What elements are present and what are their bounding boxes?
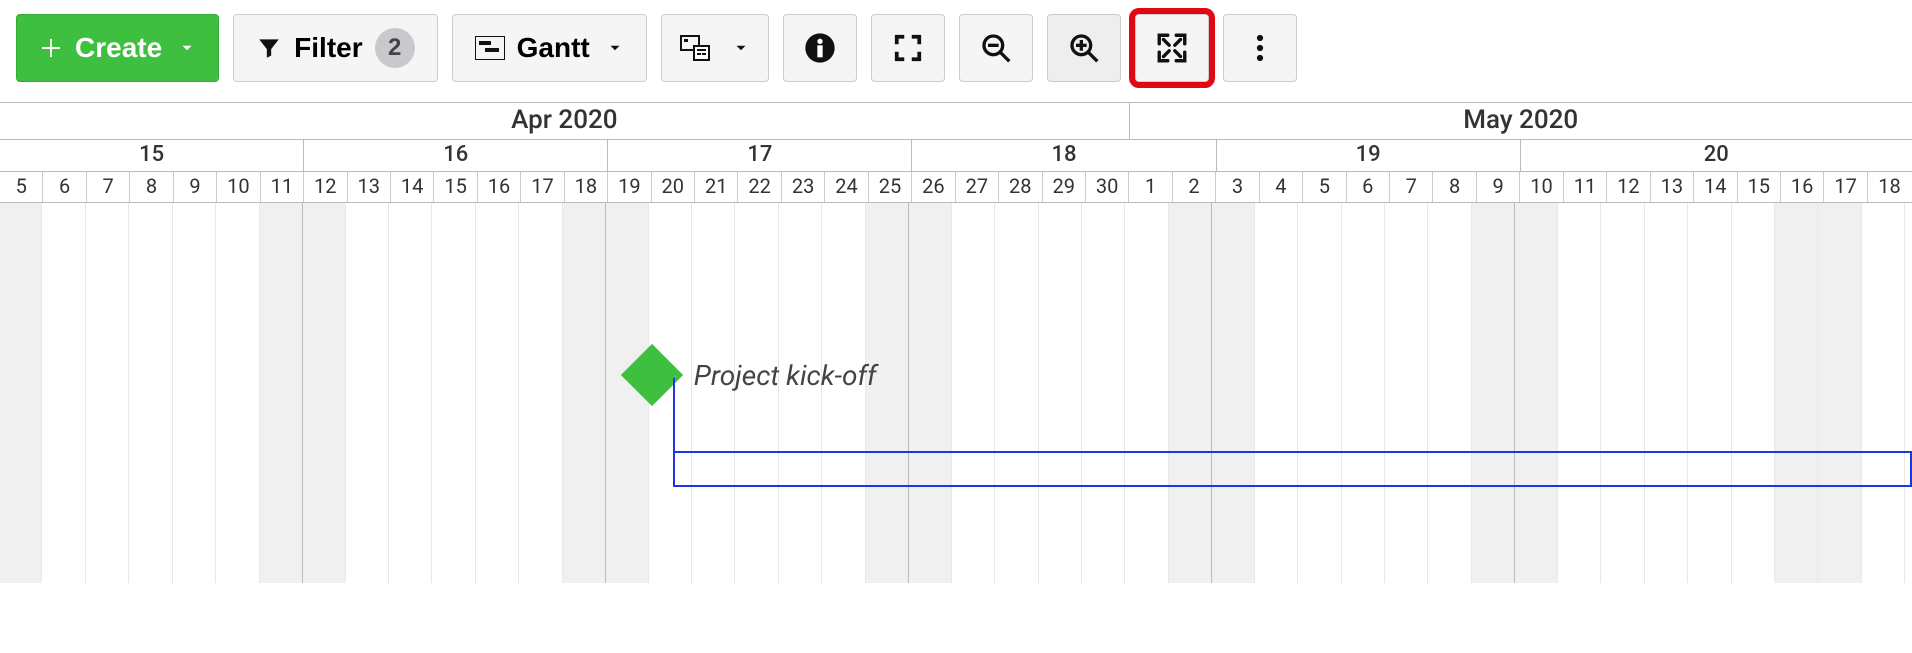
zoom-fit-button[interactable] bbox=[1135, 14, 1209, 82]
display-options-icon bbox=[680, 35, 710, 61]
filter-button[interactable]: Filter 2 bbox=[233, 14, 437, 82]
day-header-cell: 16 bbox=[478, 172, 521, 202]
view-mode-button[interactable]: Gantt bbox=[452, 14, 647, 82]
day-header-cell: 8 bbox=[1433, 172, 1476, 202]
day-header-cell: 14 bbox=[391, 172, 434, 202]
day-header-cell: 8 bbox=[130, 172, 173, 202]
zoom-in-icon bbox=[1068, 32, 1100, 64]
day-header-cell: 30 bbox=[1086, 172, 1129, 202]
day-header-cell: 10 bbox=[217, 172, 260, 202]
day-header-cell: 1 bbox=[1129, 172, 1172, 202]
month-header-cell: Apr 2020 bbox=[0, 103, 1130, 139]
day-header-cell: 15 bbox=[1738, 172, 1781, 202]
week-header-row: 151617181920 bbox=[0, 140, 1912, 172]
zoom-fit-icon bbox=[1155, 31, 1189, 65]
filter-count: 2 bbox=[388, 34, 401, 62]
day-header-cell: 5 bbox=[1303, 172, 1346, 202]
funnel-icon bbox=[256, 35, 282, 61]
task-bar[interactable] bbox=[673, 451, 1911, 487]
day-header-cell: 5 bbox=[0, 172, 43, 202]
day-header-cell: 18 bbox=[1868, 172, 1911, 202]
day-header-cell: 14 bbox=[1694, 172, 1737, 202]
fullscreen-button[interactable] bbox=[871, 14, 945, 82]
fullscreen-icon bbox=[893, 33, 923, 63]
day-header-cell: 18 bbox=[565, 172, 608, 202]
view-mode-label: Gantt bbox=[517, 32, 590, 64]
day-header-cell: 12 bbox=[1607, 172, 1650, 202]
day-header-cell: 9 bbox=[174, 172, 217, 202]
info-icon bbox=[804, 32, 836, 64]
day-header-cell: 27 bbox=[956, 172, 999, 202]
filter-count-badge: 2 bbox=[375, 28, 415, 68]
day-header-row: 5678910111213141516171819202122232425262… bbox=[0, 172, 1912, 203]
more-menu-button[interactable] bbox=[1223, 14, 1297, 82]
gantt-body[interactable]: Project kick-off bbox=[0, 203, 1912, 583]
day-header-cell: 11 bbox=[1564, 172, 1607, 202]
milestone-label: Project kick-off bbox=[694, 359, 877, 392]
day-header-cell: 6 bbox=[43, 172, 86, 202]
day-header-cell: 9 bbox=[1477, 172, 1520, 202]
create-label: Create bbox=[75, 32, 162, 64]
week-header-cell: 17 bbox=[608, 140, 912, 171]
column-guides bbox=[0, 203, 1912, 583]
day-header-cell: 28 bbox=[999, 172, 1042, 202]
milestone[interactable]: Project kick-off bbox=[630, 353, 877, 397]
month-header-row: Apr 2020May 2020 bbox=[0, 103, 1912, 140]
day-header-cell: 23 bbox=[782, 172, 825, 202]
day-header-cell: 24 bbox=[825, 172, 868, 202]
caret-down-icon bbox=[178, 39, 196, 57]
day-header-cell: 2 bbox=[1173, 172, 1216, 202]
zoom-in-button[interactable] bbox=[1047, 14, 1121, 82]
filter-label: Filter bbox=[294, 32, 362, 64]
gantt-chart[interactable]: Apr 2020May 2020 151617181920 5678910111… bbox=[0, 102, 1912, 583]
day-header-cell: 6 bbox=[1347, 172, 1390, 202]
day-header-cell: 29 bbox=[1043, 172, 1086, 202]
info-button[interactable] bbox=[783, 14, 857, 82]
day-header-cell: 17 bbox=[521, 172, 564, 202]
day-header-cell: 7 bbox=[87, 172, 130, 202]
week-header-cell: 15 bbox=[0, 140, 304, 171]
week-header-cell: 18 bbox=[912, 140, 1216, 171]
day-header-cell: 12 bbox=[304, 172, 347, 202]
day-header-cell: 17 bbox=[1824, 172, 1867, 202]
day-header-cell: 26 bbox=[912, 172, 955, 202]
month-header-cell: May 2020 bbox=[1130, 103, 1912, 139]
day-header-cell: 11 bbox=[261, 172, 304, 202]
plus-icon bbox=[39, 36, 63, 60]
more-menu-icon bbox=[1256, 33, 1264, 63]
caret-down-icon bbox=[606, 39, 624, 57]
week-header-cell: 19 bbox=[1217, 140, 1521, 171]
day-header-cell: 22 bbox=[738, 172, 781, 202]
zoom-out-icon bbox=[980, 32, 1012, 64]
day-header-cell: 4 bbox=[1260, 172, 1303, 202]
toolbar: Create Filter 2 Gantt bbox=[0, 0, 1912, 102]
display-options-button[interactable] bbox=[661, 14, 769, 82]
create-button[interactable]: Create bbox=[16, 14, 219, 82]
caret-down-icon bbox=[732, 39, 750, 57]
day-header-cell: 20 bbox=[652, 172, 695, 202]
day-header-cell: 3 bbox=[1216, 172, 1259, 202]
week-header-cell: 16 bbox=[304, 140, 608, 171]
day-header-cell: 25 bbox=[869, 172, 912, 202]
day-header-cell: 10 bbox=[1520, 172, 1563, 202]
day-header-cell: 13 bbox=[348, 172, 391, 202]
day-header-cell: 15 bbox=[434, 172, 477, 202]
zoom-out-button[interactable] bbox=[959, 14, 1033, 82]
day-header-cell: 16 bbox=[1781, 172, 1824, 202]
gantt-icon bbox=[475, 36, 505, 60]
day-header-cell: 13 bbox=[1651, 172, 1694, 202]
week-header-cell: 20 bbox=[1521, 140, 1912, 171]
day-header-cell: 19 bbox=[608, 172, 651, 202]
day-header-cell: 7 bbox=[1390, 172, 1433, 202]
day-header-cell: 21 bbox=[695, 172, 738, 202]
